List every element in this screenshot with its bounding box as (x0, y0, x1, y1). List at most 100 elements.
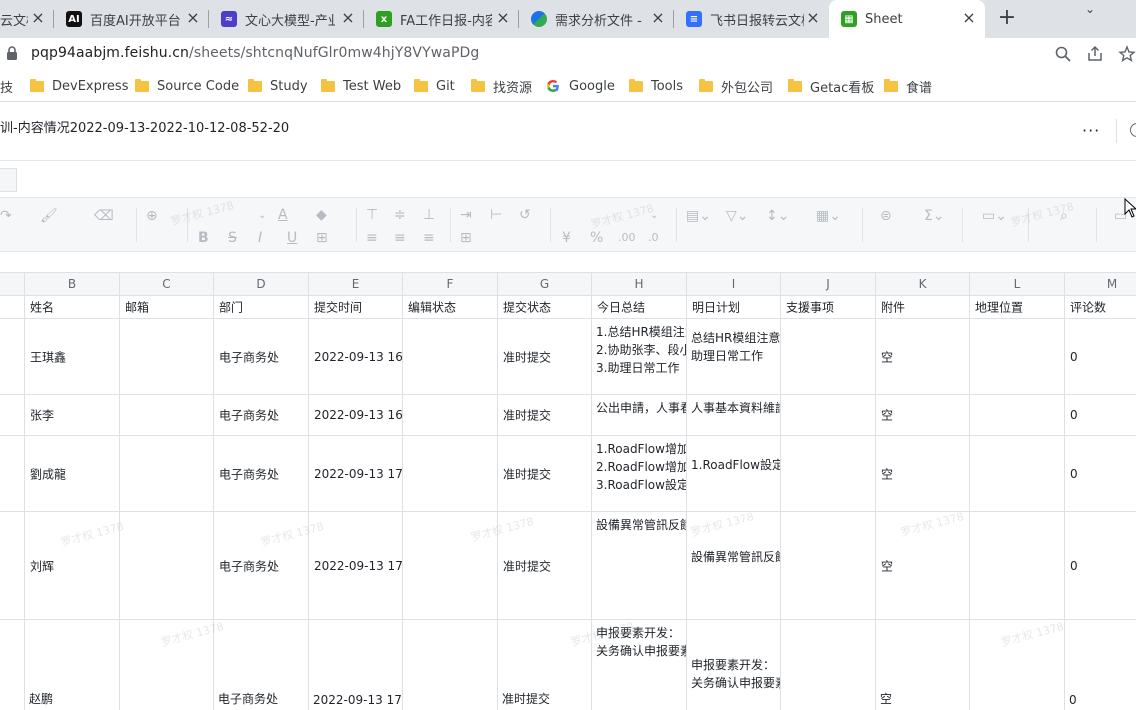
bookmark-google[interactable]: Google (546, 77, 615, 95)
support-cell[interactable] (781, 512, 876, 619)
strikethrough-icon[interactable]: S (228, 230, 237, 246)
conditional-format-icon[interactable]: ⊜ (880, 208, 892, 224)
bookmark-git[interactable]: Git (414, 77, 455, 95)
format-painter-icon[interactable]: 🖌 (40, 208, 58, 224)
table-cell[interactable] (0, 395, 25, 435)
column-header[interactable]: B (25, 273, 120, 296)
close-icon[interactable]: × (30, 10, 46, 26)
font-color-icon[interactable]: A (278, 207, 288, 223)
edit-status-cell[interactable] (403, 436, 498, 511)
dept-cell[interactable]: 电子商务处 (214, 620, 309, 710)
bookmark-tools[interactable]: Tools (629, 77, 683, 95)
comment-count-cell[interactable]: 0 (1065, 512, 1136, 619)
column-header[interactable]: J (781, 273, 876, 296)
header-cell[interactable]: 今日总结 (592, 296, 687, 318)
insert-table-icon[interactable]: ▤⌄ (686, 208, 711, 224)
lock-icon[interactable] (6, 46, 18, 60)
overflow-icon[interactable]: ⊢ (490, 207, 502, 223)
submit-status-cell[interactable]: 准时提交 (498, 395, 592, 435)
column-header[interactable]: G (498, 273, 592, 296)
column-header-a[interactable] (0, 273, 25, 296)
header-cell[interactable]: 编辑状态 (403, 296, 498, 318)
header-cell[interactable]: 提交状态 (498, 296, 592, 318)
tab-sheet-active[interactable]: ▦ Sheet × (829, 0, 985, 38)
location-cell[interactable] (970, 512, 1065, 619)
summary-cell[interactable]: 公出申請，人事看板 (592, 395, 687, 435)
header-action-icon[interactable] (1130, 123, 1136, 137)
increase-decimal-icon[interactable]: .0 (648, 230, 659, 246)
plan-cell[interactable]: 人事基本資料維護 (687, 395, 781, 435)
underline-icon[interactable]: U (287, 230, 297, 246)
comment-count-cell[interactable]: 0 (1065, 620, 1136, 710)
location-cell[interactable] (970, 395, 1065, 435)
plan-cell[interactable]: 总结HR模组注意事项助理日常工作 (687, 319, 781, 394)
align-right-icon[interactable]: ≡ (423, 230, 435, 246)
column-header[interactable]: L (970, 273, 1065, 296)
summary-cell[interactable]: 設備異常管訊反饋 (592, 512, 687, 619)
dept-cell[interactable]: 电子商务处 (214, 319, 309, 394)
new-tab-button[interactable]: + (996, 7, 1018, 30)
column-header[interactable]: H (592, 273, 687, 296)
dept-cell[interactable]: 电子商务处 (214, 395, 309, 435)
location-cell[interactable] (970, 436, 1065, 511)
attachment-cell[interactable]: 空 (876, 620, 970, 710)
bookmark-star-icon[interactable] (1118, 45, 1136, 63)
comment-icon[interactable]: ▭⌄ (982, 208, 1007, 224)
italic-icon[interactable]: I (258, 230, 262, 246)
edit-status-cell[interactable] (403, 319, 498, 394)
plan-cell[interactable]: 1.RoadFlow設定M (687, 436, 781, 511)
tab-feishu-daily[interactable]: ≡ 飞书日报转云文档 × (674, 0, 829, 38)
url-input[interactable]: pqp94aabjm.feishu.cn/sheets/shtcnqNufGlr… (31, 45, 479, 61)
bold-icon[interactable]: B (198, 230, 209, 246)
column-header[interactable]: C (120, 273, 214, 296)
wrap-icon[interactable]: ⇥ (460, 207, 472, 223)
dept-cell[interactable]: 电子商务处 (214, 512, 309, 619)
submit-status-cell[interactable]: 准时提交 (498, 512, 592, 619)
share-icon[interactable] (1086, 45, 1104, 63)
bookmark-source-code[interactable]: Source Code (135, 77, 239, 95)
header-cell[interactable]: 支援事项 (781, 296, 876, 318)
close-icon[interactable]: × (495, 10, 511, 26)
time-cell[interactable]: 2022-09-13 17:06 (309, 512, 403, 619)
table-cell[interactable] (0, 296, 25, 318)
edit-status-cell[interactable] (403, 512, 498, 619)
column-header[interactable]: E (309, 273, 403, 296)
table-cell[interactable] (0, 512, 25, 619)
support-cell[interactable] (781, 395, 876, 435)
fill-color-icon[interactable]: ◆ (316, 207, 327, 223)
tab-search-chevron-icon[interactable]: ⌄ (1085, 2, 1095, 16)
time-cell[interactable]: 2022-09-13 17:07 (309, 620, 403, 710)
filter-icon[interactable]: ▽⌄ (726, 208, 749, 224)
attachment-cell[interactable]: 空 (876, 319, 970, 394)
dept-cell[interactable]: 电子商务处 (214, 436, 309, 511)
zoom-icon[interactable] (1054, 45, 1072, 63)
align-middle-icon[interactable]: ≑ (394, 207, 406, 223)
email-cell[interactable] (120, 395, 214, 435)
edit-status-cell[interactable] (403, 395, 498, 435)
comment-count-cell[interactable]: 0 (1065, 395, 1136, 435)
bookmark-study[interactable]: Study (248, 77, 308, 95)
column-header[interactable]: D (214, 273, 309, 296)
align-center-icon[interactable]: ≡ (394, 230, 406, 246)
submit-status-cell[interactable]: 准时提交 (498, 620, 592, 710)
table-cell[interactable] (0, 436, 25, 511)
bookmark-test-web[interactable]: Test Web (321, 77, 401, 95)
redo-icon[interactable]: ↷ (0, 208, 12, 224)
bookmark-find-resources[interactable]: 找资源 (471, 77, 532, 96)
tab-baidu-ai[interactable]: AI 百度AI开放平台- × (54, 0, 209, 38)
freeze-icon[interactable]: ▦⌄ (816, 208, 841, 224)
attachment-cell[interactable]: 空 (876, 436, 970, 511)
name-cell[interactable]: 张李 (25, 395, 120, 435)
number-format-chevron-icon[interactable]: ⌄ (650, 208, 658, 224)
name-cell[interactable]: 赵鹏 (25, 620, 120, 710)
tab-cloud-doc[interactable]: 云文档 × (0, 0, 54, 38)
header-cell[interactable]: 邮箱 (120, 296, 214, 318)
name-cell[interactable]: 王琪鑫 (25, 319, 120, 394)
summary-cell[interactable]: 1.总结HR模组注意事项2.协助张李、段小3.助理日常工作 (592, 319, 687, 394)
comment-count-cell[interactable]: 0 (1065, 319, 1136, 394)
bookmark-getac-board[interactable]: Getac看板 (788, 77, 874, 96)
cell-reference-box[interactable] (0, 168, 17, 192)
close-icon[interactable]: × (961, 10, 977, 26)
sum-icon[interactable]: Σ⌄ (924, 208, 945, 224)
email-cell[interactable] (120, 436, 214, 511)
